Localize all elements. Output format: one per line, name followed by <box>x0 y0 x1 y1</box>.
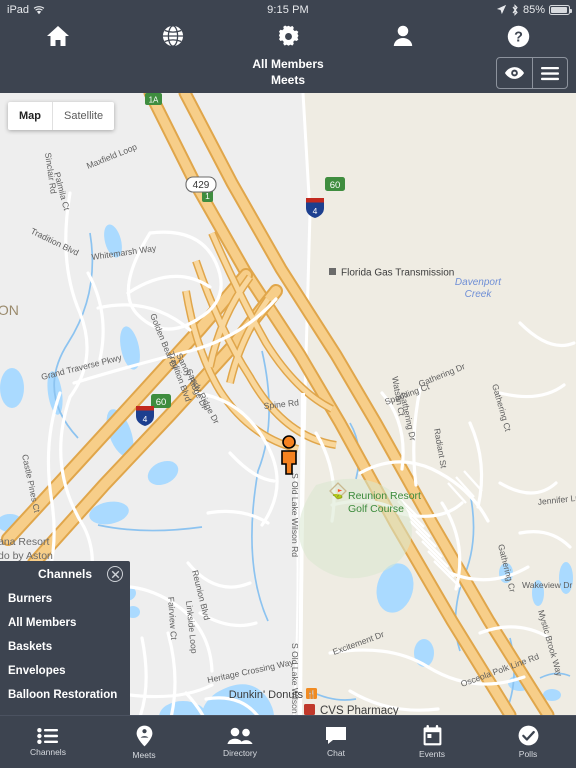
calendar-icon <box>423 725 441 746</box>
page-title: All Members Meets <box>0 56 576 88</box>
map-type-toggle: Map Satellite <box>8 102 115 130</box>
page-title-line1: All Members <box>252 57 324 71</box>
map-type-satellite-button[interactable]: Satellite <box>52 102 114 130</box>
tab-directory[interactable]: Directory <box>192 716 288 768</box>
shield-429: 429 <box>185 176 217 193</box>
svg-text:1A: 1A <box>149 95 159 104</box>
home-icon <box>46 26 69 46</box>
close-icon[interactable] <box>107 566 123 582</box>
shield-60-top: 60 <box>325 177 345 191</box>
status-bar-right: 85% <box>496 3 572 16</box>
svg-text:Golf Course: Golf Course <box>348 503 404 515</box>
svg-text:Creek: Creek <box>465 289 493 300</box>
battery-icon <box>549 4 572 15</box>
tab-chat-label: Chat <box>327 748 345 758</box>
chat-bubble-icon <box>326 727 346 744</box>
svg-text:429: 429 <box>193 180 210 191</box>
channel-item-baskets[interactable]: Baskets <box>0 635 130 659</box>
nav-home-button[interactable] <box>0 25 115 47</box>
page-title-line2: Meets <box>270 73 305 87</box>
nav-settings-button[interactable] <box>230 24 345 48</box>
map-pin-icon <box>136 725 152 746</box>
svg-text:S Old Lake Wilson Rd: S Old Lake Wilson Rd <box>290 473 300 557</box>
svg-text:⛳: ⛳ <box>332 488 343 500</box>
menu-toggle-button[interactable] <box>531 58 568 88</box>
svg-text:4: 4 <box>143 414 148 424</box>
battery-percent: 85% <box>522 3 545 16</box>
svg-text:Wakeview Dr: Wakeview Dr <box>522 580 572 590</box>
tab-directory-label: Directory <box>222 747 257 758</box>
tab-chat[interactable]: Chat <box>288 716 384 768</box>
shield-60-left: 60 <box>151 394 171 408</box>
channels-list: Burners All Members Baskets Envelopes Ba… <box>0 587 130 707</box>
tab-polls[interactable]: Polls <box>480 716 576 768</box>
svg-text:ana Resort: ana Resort <box>0 536 49 548</box>
svg-text:S Old Lake Wilson Rd: S Old Lake Wilson Rd <box>290 643 300 715</box>
channels-panel-header: Channels <box>0 561 130 587</box>
title-bar: All Members Meets <box>0 53 576 93</box>
top-icon-bar: ? <box>0 19 576 53</box>
nav-globe-button[interactable] <box>115 25 230 47</box>
svg-text:🍴: 🍴 <box>307 689 317 699</box>
tab-channels-label: Channels <box>30 746 66 757</box>
help-icon: ? <box>507 25 530 47</box>
svg-text:Reunion Resort: Reunion Resort <box>348 490 421 502</box>
svg-text:60: 60 <box>330 180 341 191</box>
location-arrow-icon <box>496 4 507 15</box>
bottom-tab-bar: Channels Meets Directory Chat Events Pol… <box>0 715 576 768</box>
svg-text:Florida Gas Transmission: Florida Gas Transmission <box>341 268 454 279</box>
channel-item-all-members[interactable]: All Members <box>0 611 130 635</box>
people-icon <box>227 727 253 744</box>
channels-panel: Channels Burners All Members Baskets Env… <box>0 561 130 715</box>
eye-icon <box>504 67 524 79</box>
status-bar: iPad 9:15 PM 85% <box>0 0 576 19</box>
svg-text:60: 60 <box>156 397 167 408</box>
visibility-toggle-button[interactable] <box>497 58 532 88</box>
svg-text:Dunkin' Donuts: Dunkin' Donuts <box>229 689 304 701</box>
svg-text:4: 4 <box>313 206 318 216</box>
tab-polls-label: Polls <box>518 749 538 759</box>
gear-icon <box>278 24 298 46</box>
person-icon <box>394 25 413 46</box>
svg-text:CVS Pharmacy: CVS Pharmacy <box>320 705 399 715</box>
tab-meets[interactable]: Meets <box>96 716 192 768</box>
channel-item-envelopes[interactable]: Envelopes <box>0 659 130 683</box>
app-root: iPad 9:15 PM 85% ? All Members Meets 1A … <box>0 0 576 768</box>
view-mode-segmented-control <box>496 57 568 89</box>
tab-events-label: Events <box>419 749 445 759</box>
nav-help-button[interactable]: ? <box>461 25 576 48</box>
channels-panel-title: Channels <box>37 567 92 581</box>
tab-channels[interactable]: Channels <box>0 716 96 768</box>
channel-item-balloon-restoration[interactable]: Balloon Restoration <box>0 683 130 707</box>
hamburger-icon <box>540 66 559 80</box>
svg-text:Davenport: Davenport <box>455 277 502 288</box>
list-icon <box>37 727 58 744</box>
check-circle-icon <box>518 725 538 746</box>
svg-text:?: ? <box>514 29 523 45</box>
map-type-map-button[interactable]: Map <box>8 102 52 130</box>
poi-florida-gas-transmission: Florida Gas Transmission <box>329 268 454 279</box>
exit-marker-1a: 1A <box>145 93 162 105</box>
bluetooth-icon <box>512 3 518 16</box>
svg-text:ION: ION <box>0 302 19 318</box>
tab-meets-label: Meets <box>132 749 156 760</box>
nav-profile-button[interactable] <box>346 25 461 47</box>
clock: 9:15 PM <box>267 3 309 16</box>
tab-events[interactable]: Events <box>384 716 480 768</box>
globe-icon <box>162 25 183 47</box>
channel-item-burners[interactable]: Burners <box>0 587 130 611</box>
